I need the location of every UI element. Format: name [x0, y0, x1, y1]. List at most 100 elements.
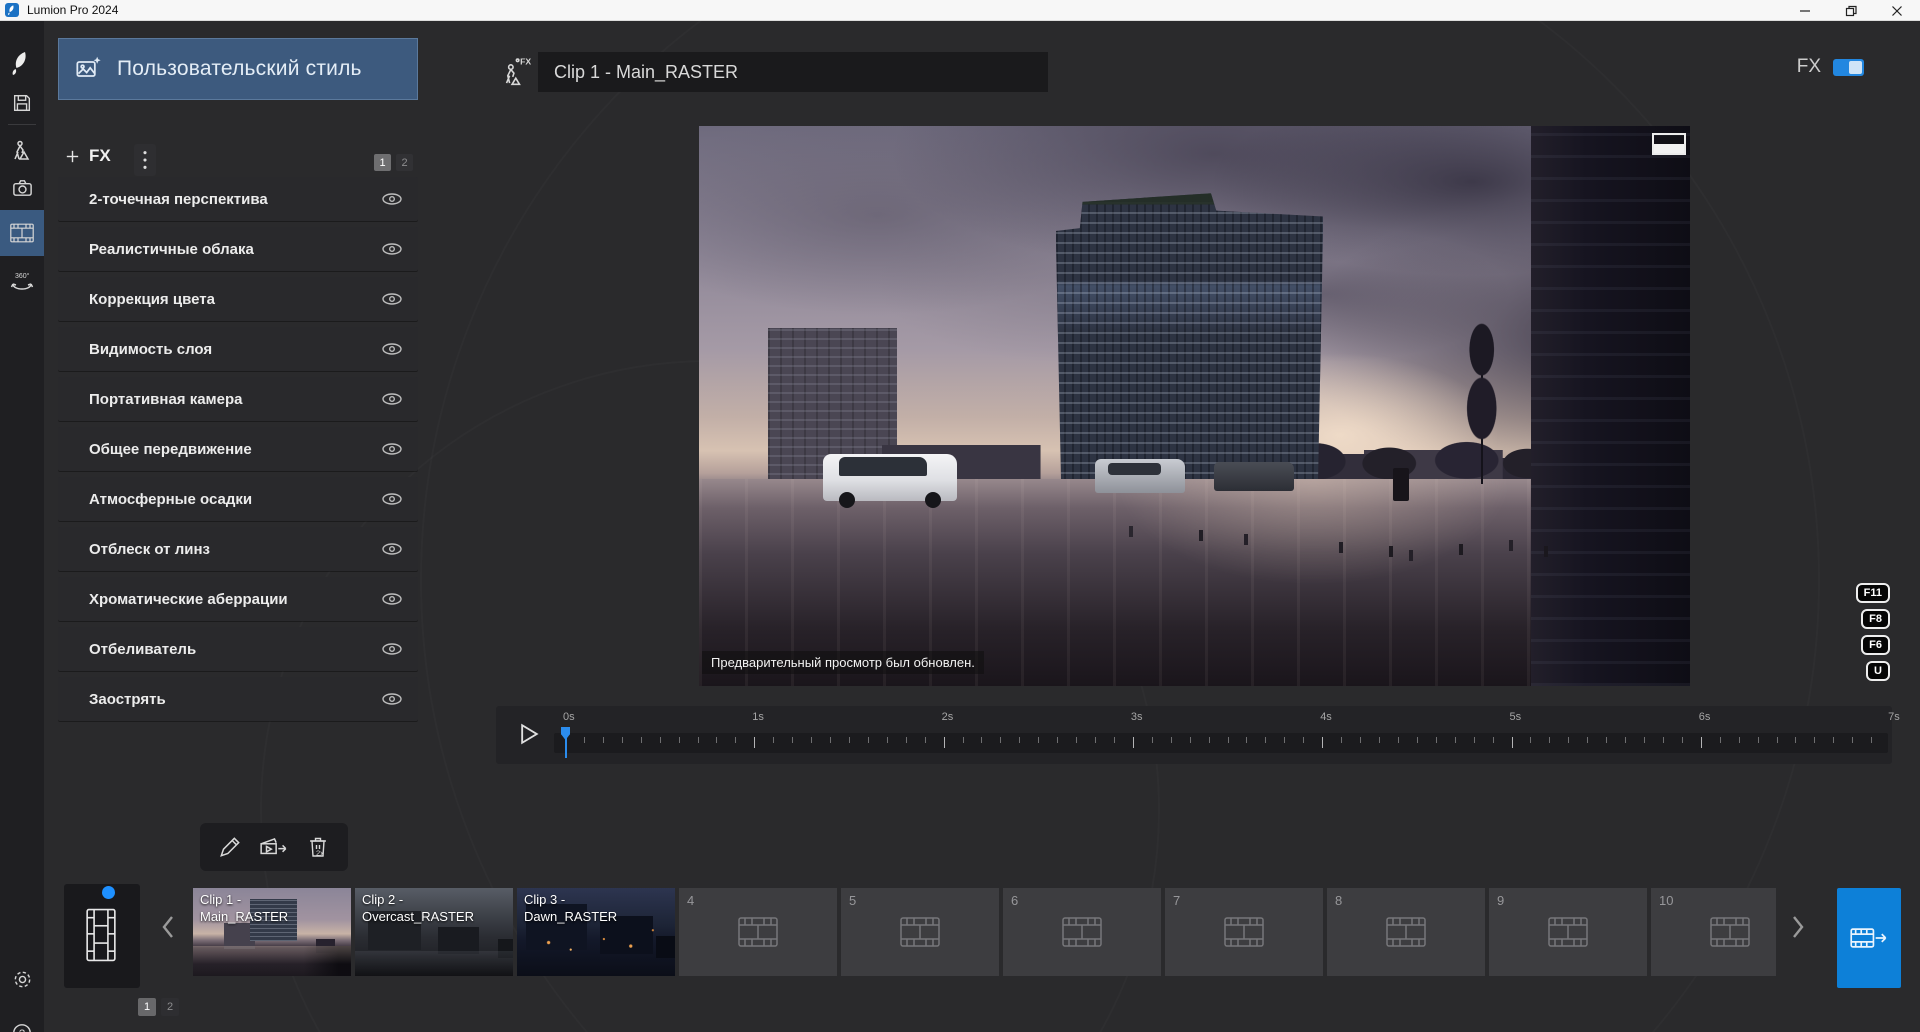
timeline-tick	[1871, 737, 1872, 743]
effect-item[interactable]: Коррекция цвета	[58, 277, 418, 321]
save-icon[interactable]	[0, 83, 44, 123]
empty-clip-slot[interactable]: 10	[1651, 888, 1776, 976]
clip-thumbnail[interactable]: Clip 3 - Dawn_RASTER	[517, 888, 675, 976]
clips-page-1[interactable]: 1	[138, 998, 156, 1016]
lumion-home-icon[interactable]	[0, 43, 44, 83]
effect-item[interactable]: Хроматические аберрации	[58, 577, 418, 621]
export-clip-icon[interactable]	[259, 832, 289, 862]
empty-clip-slot[interactable]: 8	[1327, 888, 1485, 976]
empty-clip-slot[interactable]: 4	[679, 888, 837, 976]
clips-scroll-left-icon[interactable]	[156, 913, 180, 941]
effect-label: Видимость слоя	[89, 341, 212, 358]
clip-set-button[interactable]	[64, 884, 140, 988]
effect-label: Хроматические аберрации	[89, 591, 288, 608]
mode-sidebar: 360° ?	[0, 21, 44, 1032]
fx-page-2[interactable]: 2	[396, 154, 413, 171]
timeline-tick	[698, 737, 699, 743]
shortcut-key-badge: U	[1866, 661, 1890, 681]
visibility-eye-icon[interactable]	[380, 687, 404, 711]
help-icon[interactable]: ?	[0, 1013, 44, 1032]
empty-clip-slot[interactable]: 9	[1489, 888, 1647, 976]
effect-item[interactable]: Реалистичные облака	[58, 227, 418, 271]
photo-mode-icon[interactable]	[0, 168, 44, 208]
build-mode-icon[interactable]	[0, 131, 44, 171]
clip-thumbnail[interactable]: Clip 1 - Main_RASTER	[193, 888, 351, 976]
render-trash-bin	[1393, 468, 1409, 502]
delete-clip-icon[interactable]: 2x	[303, 832, 333, 862]
visibility-eye-icon[interactable]	[380, 637, 404, 661]
effect-item[interactable]: Общее передвижение	[58, 427, 418, 471]
effect-label: Портативная камера	[89, 391, 243, 408]
timeline-tick	[1606, 737, 1607, 743]
timeline-tick-label: 5s	[1510, 711, 1522, 723]
effect-label: Реалистичные облака	[89, 241, 254, 258]
visibility-eye-icon[interactable]	[380, 537, 404, 561]
timeline-tick	[1663, 737, 1664, 743]
visibility-eye-icon[interactable]	[380, 587, 404, 611]
effect-item[interactable]: Заострять	[58, 677, 418, 721]
visibility-eye-icon[interactable]	[380, 187, 404, 211]
slot-number: 4	[687, 893, 694, 908]
fx-page-1[interactable]: 1	[374, 154, 391, 171]
timeline-tick	[773, 737, 774, 743]
restore-button[interactable]	[1828, 0, 1874, 21]
timeline-tick	[944, 737, 945, 748]
timeline-tick	[1682, 737, 1683, 743]
effect-label: Заострять	[89, 691, 166, 708]
visibility-eye-icon[interactable]	[380, 437, 404, 461]
panorama-360-icon[interactable]: 360°	[0, 261, 44, 301]
clip-fx-icon: FX	[502, 56, 532, 93]
timeline-tick	[716, 737, 717, 743]
timeline-tick	[1417, 737, 1418, 743]
timeline-tick	[584, 737, 585, 743]
settings-gear-icon[interactable]	[0, 959, 44, 999]
style-panel-title: Пользовательский стиль	[117, 57, 362, 81]
timeline-tick	[1795, 737, 1796, 743]
visibility-eye-icon[interactable]	[380, 287, 404, 311]
render-white-suv	[823, 454, 957, 502]
svg-text:2x: 2x	[316, 849, 324, 858]
render-movie-button[interactable]	[1837, 888, 1901, 988]
timeline-tick	[1398, 737, 1399, 743]
add-fx-button[interactable]: FX	[64, 146, 111, 166]
film-strip-icon	[1062, 917, 1102, 947]
empty-clip-slot[interactable]: 7	[1165, 888, 1323, 976]
effect-item[interactable]: Портативная камера	[58, 377, 418, 421]
play-button[interactable]	[514, 720, 542, 748]
custom-style-button[interactable]: Пользовательский стиль	[58, 38, 418, 100]
empty-clip-slot[interactable]: 5	[841, 888, 999, 976]
visibility-eye-icon[interactable]	[380, 387, 404, 411]
slot-number: 8	[1335, 893, 1342, 908]
timeline-tick-label: 1s	[752, 711, 764, 723]
render-right-building	[1531, 126, 1690, 686]
timeline-band[interactable]	[554, 733, 1888, 753]
viewport-render[interactable]: Предварительный просмотр был обновлен.	[699, 126, 1690, 686]
clip-thumbnail[interactable]: Clip 2 - Overcast_RASTER	[355, 888, 513, 976]
effect-item[interactable]: Видимость слоя	[58, 327, 418, 371]
timeline-tick	[1852, 737, 1853, 743]
effect-item[interactable]: Отблеск от линз	[58, 527, 418, 571]
fx-toggle-switch[interactable]	[1833, 59, 1864, 76]
visibility-eye-icon[interactable]	[380, 337, 404, 361]
clips-page-2[interactable]: 2	[161, 998, 179, 1016]
movie-mode-icon[interactable]	[0, 210, 44, 256]
empty-clip-slot[interactable]: 6	[1003, 888, 1161, 976]
visibility-eye-icon[interactable]	[380, 487, 404, 511]
timeline-tick	[906, 737, 907, 743]
effect-item[interactable]: Атмосферные осадки	[58, 477, 418, 521]
visibility-eye-icon[interactable]	[380, 237, 404, 261]
clip-name-input[interactable]	[538, 52, 1048, 92]
close-button[interactable]	[1874, 0, 1920, 21]
timeline-tick	[622, 737, 623, 743]
effect-item[interactable]: Отбеливатель	[58, 627, 418, 671]
fx-more-menu-icon[interactable]	[134, 144, 156, 176]
edit-clip-icon[interactable]	[215, 832, 245, 862]
clips-scroll-right-icon[interactable]	[1786, 913, 1810, 941]
fx-toggle-label: FX	[1797, 56, 1821, 78]
minimize-button[interactable]	[1782, 0, 1828, 21]
preview-quality-icon[interactable]	[1652, 133, 1686, 155]
svg-text:FX: FX	[520, 57, 531, 67]
effect-item[interactable]: 2-точечная перспектива	[58, 177, 418, 221]
timeline-tick	[1777, 737, 1778, 743]
film-strip-icon	[1710, 917, 1750, 947]
